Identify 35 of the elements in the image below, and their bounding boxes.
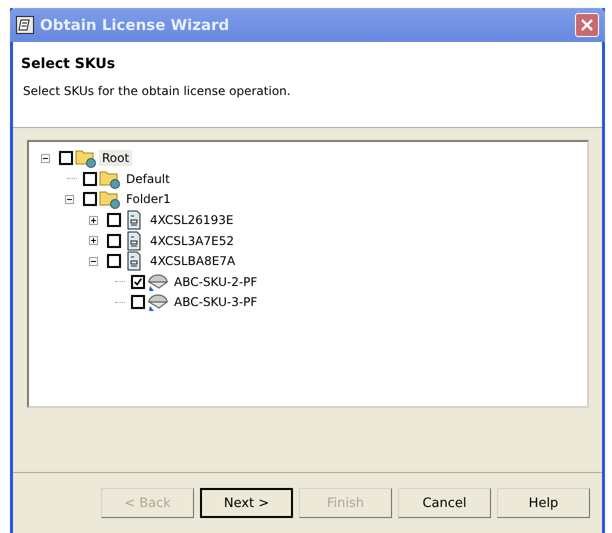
folder-icon	[99, 168, 121, 189]
wizard-button[interactable]: Help	[497, 488, 590, 518]
checkbox[interactable]	[83, 192, 97, 206]
tree-item[interactable]: ABC-SKU-2-PF	[171, 274, 260, 290]
dish-icon	[147, 292, 169, 312]
window-title: Obtain License Wizard	[40, 16, 230, 34]
expander-icon[interactable]	[41, 154, 50, 163]
wizard-button[interactable]: Next >	[200, 488, 293, 518]
close-icon	[581, 19, 593, 31]
checkbox[interactable]	[59, 151, 73, 166]
folder-icon	[75, 148, 97, 168]
tree-item[interactable]: 4XCSLBA8E7A	[147, 253, 238, 270]
expander-icon[interactable]	[89, 216, 98, 225]
checkbox[interactable]	[107, 234, 121, 248]
tree-item[interactable]: Default	[123, 170, 173, 187]
tree-item[interactable]: ABC-SKU-3-PF	[171, 294, 260, 310]
page-description: Select SKUs for the obtain license operation.	[22, 84, 292, 98]
checkbox[interactable]	[131, 295, 145, 310]
folder-icon	[99, 189, 121, 210]
close-button[interactable]	[575, 13, 599, 37]
checkbox[interactable]	[131, 274, 145, 289]
checkbox[interactable]	[107, 254, 121, 268]
wizard-button[interactable]: Cancel	[398, 488, 491, 518]
tree-item[interactable]: 4XCSL3A7E52	[147, 232, 237, 249]
tree-item[interactable]: Root	[99, 150, 132, 166]
page-title: Select SKUs	[21, 56, 116, 72]
expander-icon[interactable]	[89, 256, 98, 266]
checkbox[interactable]	[107, 213, 121, 228]
scroll-icon	[16, 16, 34, 34]
tree-item[interactable]: Folder1	[123, 191, 174, 208]
expander-icon[interactable]	[89, 236, 98, 246]
expander-icon[interactable]	[65, 194, 74, 204]
tree-item[interactable]: 4XCSL26193E	[147, 212, 236, 228]
checkbox[interactable]	[83, 172, 97, 186]
dish-icon	[147, 272, 169, 292]
